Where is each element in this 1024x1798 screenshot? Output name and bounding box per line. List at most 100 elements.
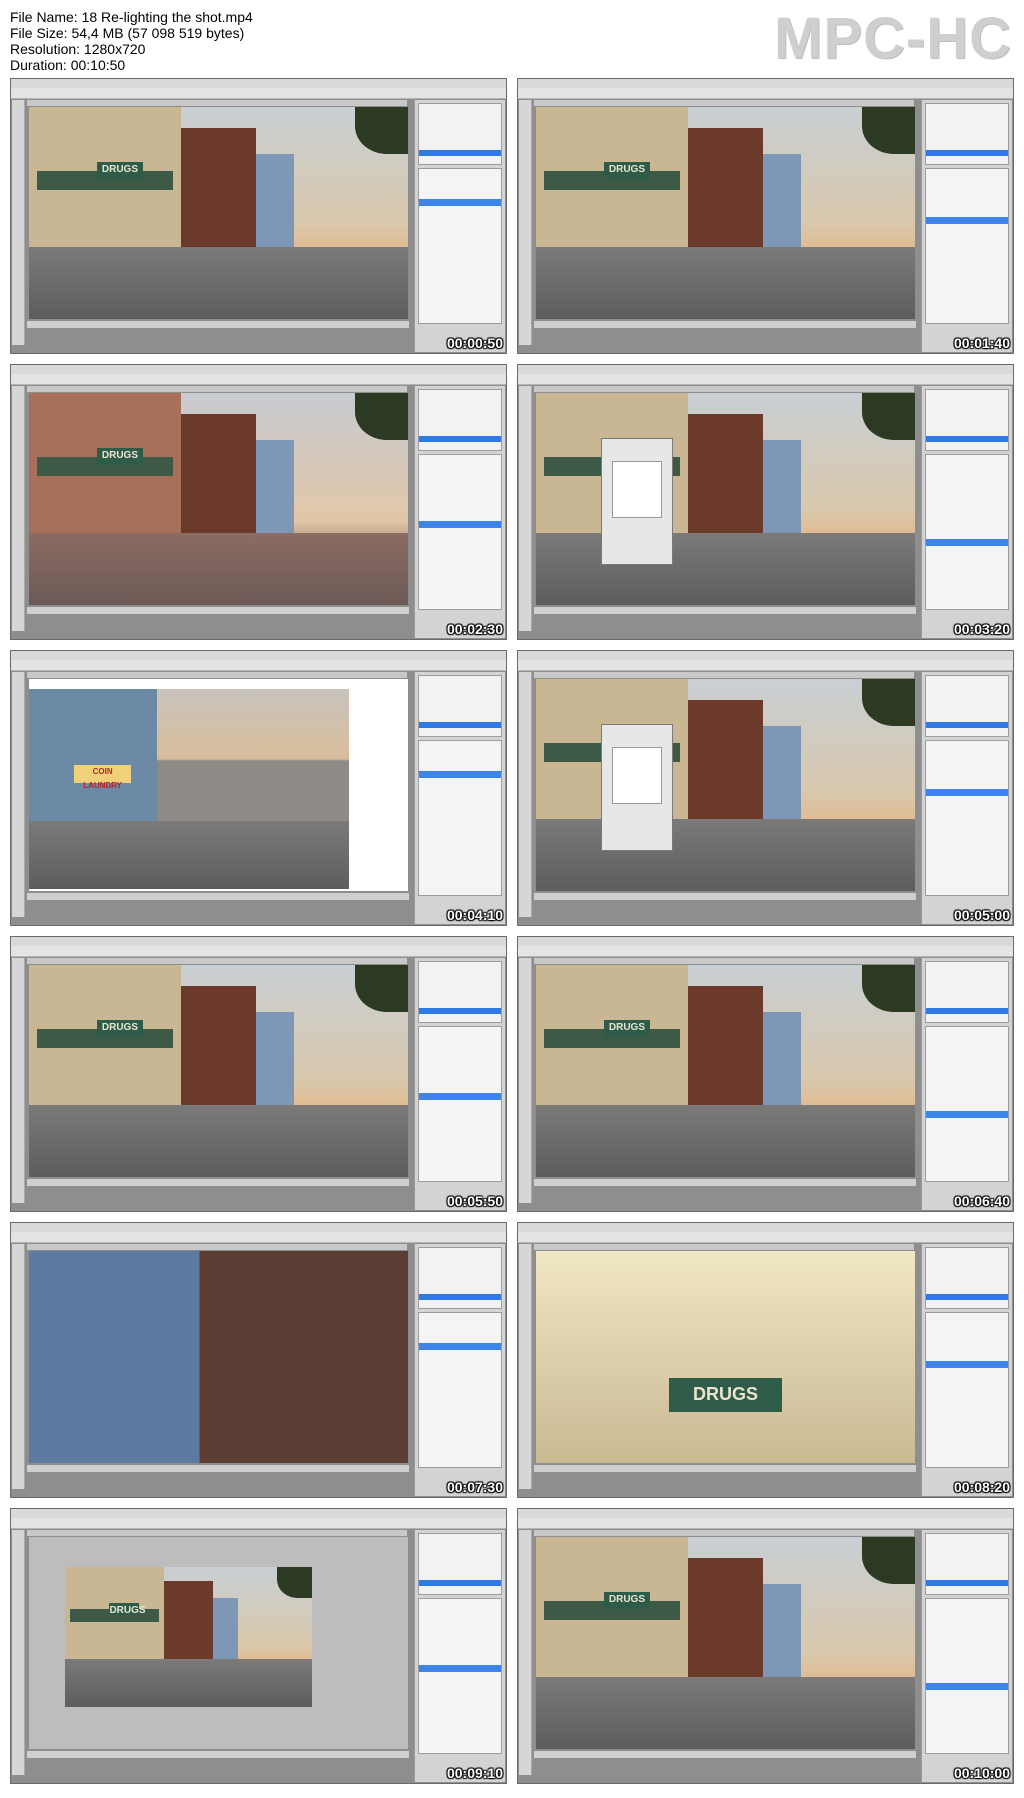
drugs-sign: DRUGS <box>109 1603 146 1617</box>
video-thumbnail: DRUGS 00:03:20 <box>517 364 1014 640</box>
document-tab <box>27 386 407 392</box>
selected-state <box>926 1580 1008 1586</box>
status-bar <box>534 1465 916 1472</box>
selected-state <box>419 1294 501 1300</box>
selected-state <box>419 1580 501 1586</box>
layers-panel <box>418 1312 502 1468</box>
timestamp-label: 00:04:10 <box>446 907 503 923</box>
selected-layer <box>926 539 1008 546</box>
document-tab <box>27 1530 407 1536</box>
building <box>29 689 157 821</box>
image-canvas: DRUGS <box>536 1251 915 1463</box>
building <box>256 153 295 247</box>
mpc-hc-logo: MPC-HC <box>774 6 1012 71</box>
tools-panel <box>519 100 532 345</box>
selected-layer <box>419 199 501 206</box>
building <box>763 153 802 247</box>
timestamp-label: 00:08:20 <box>953 1479 1010 1495</box>
layers-panel <box>418 454 502 610</box>
building <box>213 1597 238 1660</box>
tools-panel <box>519 386 532 631</box>
building <box>180 414 257 533</box>
document-tab <box>27 100 407 106</box>
history-panel <box>925 1533 1009 1595</box>
history-panel <box>418 389 502 451</box>
side-panels <box>921 1244 1012 1496</box>
layers-panel <box>418 1026 502 1182</box>
history-panel <box>925 675 1009 737</box>
video-thumbnail: 00:07:30 <box>10 1222 507 1498</box>
status-bar <box>27 321 409 328</box>
drugs-sign: DRUGS <box>97 162 143 180</box>
layers-panel <box>925 740 1009 896</box>
selected-state <box>419 1008 501 1014</box>
options-bar <box>518 1232 1013 1243</box>
document-tab <box>534 386 914 392</box>
coin-laundry-sign: COIN LAUNDRY <box>73 765 132 790</box>
tools-panel <box>519 1244 532 1489</box>
status-bar <box>27 1465 409 1472</box>
road <box>536 1676 915 1749</box>
history-panel <box>418 1247 502 1309</box>
status-bar <box>534 1179 916 1186</box>
image-canvas: DRUGS <box>29 1537 408 1749</box>
options-bar <box>11 946 506 957</box>
building <box>687 700 764 819</box>
video-thumbnail: DRUGS 00:00:50 <box>10 78 507 354</box>
timestamp-label: 00:05:50 <box>446 1193 503 1209</box>
tools-panel <box>519 1530 532 1775</box>
side-panels <box>921 672 1012 924</box>
video-thumbnail: DRUGS 00:05:00 <box>517 650 1014 926</box>
layers-panel <box>925 1598 1009 1754</box>
selected-layer <box>926 1361 1008 1368</box>
road <box>536 532 915 605</box>
video-thumbnail: DRUGS 00:02:30 <box>10 364 507 640</box>
image-canvas: DRUGS <box>536 679 915 891</box>
drugs-sign: DRUGS <box>97 1020 143 1038</box>
history-panel <box>925 961 1009 1023</box>
side-panels <box>414 672 505 924</box>
history-panel <box>418 961 502 1023</box>
tools-panel <box>12 100 25 345</box>
selected-layer <box>419 1343 501 1350</box>
building <box>687 414 764 533</box>
video-thumbnail: DRUGS 00:01:40 <box>517 78 1014 354</box>
document-tab <box>27 958 407 964</box>
timestamp-label: 00:09:10 <box>446 1765 503 1781</box>
options-bar <box>518 374 1013 385</box>
video-thumbnail: DRUGS 00:08:20 <box>517 1222 1014 1498</box>
road <box>29 246 408 319</box>
selected-layer <box>926 1683 1008 1690</box>
curves-dialog <box>601 438 673 565</box>
history-panel <box>925 389 1009 451</box>
timestamp-label: 00:02:30 <box>446 621 503 637</box>
building <box>763 725 802 819</box>
road <box>536 246 915 319</box>
layers-panel <box>418 740 502 896</box>
image-canvas: DRUGS <box>536 1537 915 1749</box>
history-panel <box>418 675 502 737</box>
options-bar <box>518 946 1013 957</box>
drugs-sign: DRUGS <box>604 1020 650 1038</box>
options-bar <box>11 660 506 671</box>
building <box>763 1583 802 1677</box>
image-inset: DRUGS <box>65 1567 312 1707</box>
history-panel <box>925 1247 1009 1309</box>
timestamp-label: 00:05:00 <box>953 907 1010 923</box>
timestamp-label: 00:07:30 <box>446 1479 503 1495</box>
side-panels <box>414 100 505 352</box>
document-tab <box>534 1530 914 1536</box>
thumbnail-grid: DRUGS00:00:50DRUGS00:01:40DRUGS00:02:30D… <box>10 78 1014 1792</box>
drugs-sign: DRUGS <box>604 162 650 180</box>
video-thumbnail: COIN LAUNDRY 00:04:10 <box>10 650 507 926</box>
history-panel <box>418 1533 502 1595</box>
timestamp-label: 00:01:40 <box>953 335 1010 351</box>
image-canvas: DRUGS <box>536 965 915 1177</box>
image-canvas: COIN LAUNDRY <box>29 679 408 891</box>
building <box>180 986 257 1105</box>
status-bar <box>534 1751 916 1758</box>
video-thumbnail: DRUGS 00:10:00 <box>517 1508 1014 1784</box>
building <box>687 1558 764 1677</box>
drugs-sign: DRUGS <box>668 1378 783 1413</box>
options-bar <box>518 1518 1013 1529</box>
